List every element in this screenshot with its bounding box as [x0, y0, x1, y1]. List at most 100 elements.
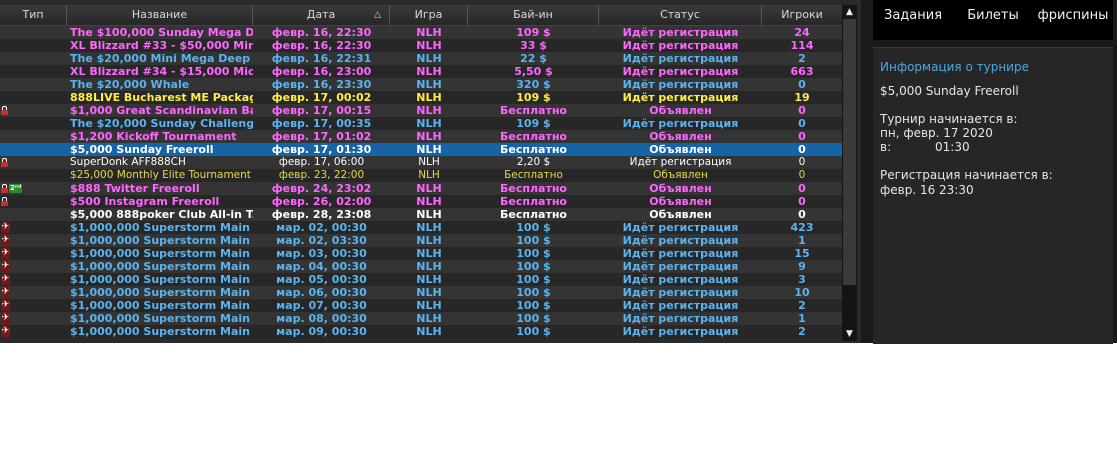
date-cell: мар. 06, 00:30: [276, 286, 367, 299]
status-cell: Идёт регистрация: [622, 91, 739, 104]
info-start-in-label: в:: [880, 140, 892, 154]
table-row[interactable]: 2ⁿᵈ $888 Twitter Freeroll февр. 24, 23:02 N…: [0, 182, 842, 195]
info-start-date: пн, февр. 17 2020: [880, 126, 993, 140]
column-header-buyin[interactable]: Бай-ин: [468, 5, 599, 25]
table-row[interactable]: XL Blizzard #33 - $50,000 Mini... февр. 1…: [0, 39, 842, 52]
players-cell: 0: [798, 195, 806, 208]
table-row[interactable]: $1,200 Kickoff Tournament февр. 17, 01:02…: [0, 130, 842, 143]
game-cell: NLH: [416, 286, 442, 299]
buyin-cell: 100 $: [516, 273, 551, 286]
status-cell: Идёт регистрация: [622, 312, 739, 325]
table-row[interactable]: SuperDonk AFF888CH февр. 17, 06:00 NLH 2,20…: [0, 156, 842, 169]
type-cell: [0, 39, 67, 52]
column-header-players[interactable]: Игроки: [762, 5, 842, 25]
table-row[interactable]: ✈ $1,000,000 Superstorm Main ... мар. 06, …: [0, 286, 842, 299]
tab-quests[interactable]: Задания: [873, 0, 953, 40]
table-row[interactable]: $25,000 Monthly Elite Tournament февр. 23…: [0, 169, 842, 182]
column-header-date[interactable]: Дата △: [253, 5, 390, 25]
game-cell: NLH: [416, 91, 442, 104]
tab-tickets[interactable]: Билеты: [953, 0, 1033, 40]
buyin-cell: 100 $: [516, 299, 551, 312]
game-cell: NLH: [416, 299, 442, 312]
info-start-label: Турнир начинается в:: [880, 112, 1018, 126]
info-tournament-name: $5,000 Sunday Freeroll: [880, 84, 1019, 98]
table-body: The $100,000 Sunday Mega D... февр. 16, 2…: [0, 26, 842, 343]
type-cell: 2ⁿᵈ: [0, 182, 67, 195]
info-start-time: 01:30: [935, 140, 970, 154]
date-cell: февр. 28, 23:08: [271, 208, 372, 221]
column-header-date-label: Дата: [306, 8, 336, 21]
game-cell: NLH: [416, 130, 442, 143]
buyin-cell: 109 $: [516, 91, 551, 104]
date-cell: февр. 17, 00:15: [271, 104, 372, 117]
column-header-status[interactable]: Статус: [599, 5, 762, 25]
side-tabs: Задания Билеты фриспины: [873, 0, 1113, 40]
date-cell: февр. 16, 23:30: [271, 78, 372, 91]
type-cell: ✈: [0, 286, 67, 299]
info-title: Информация о турнире: [880, 60, 1029, 74]
table-row[interactable]: The $100,000 Sunday Mega D... февр. 16, 2…: [0, 26, 842, 39]
scroll-thumb[interactable]: [843, 19, 856, 285]
right-panel: Задания Билеты фриспины Информация о тур…: [873, 0, 1113, 344]
plane-icon: ✈: [1, 313, 10, 324]
vertical-scrollbar[interactable]: ▲ ▼: [842, 5, 857, 341]
sort-ascending-icon: △: [374, 10, 381, 20]
status-cell: Идёт регистрация: [622, 234, 739, 247]
column-header-name[interactable]: Название: [67, 5, 253, 25]
game-cell: NLH: [416, 143, 442, 156]
table-row[interactable]: ✈ $1,000,000 Superstorm Main ... мар. 09, …: [0, 325, 842, 338]
table-row[interactable]: ✈ $1,000,000 Superstorm Main ... мар. 03, …: [0, 247, 842, 260]
buyin-cell: Бесплатно: [500, 182, 567, 195]
table-row[interactable]: The $20,000 Sunday Challenge февр. 17, 00…: [0, 117, 842, 130]
game-cell: NLH: [416, 273, 442, 286]
table-row[interactable]: $5,000 888poker Club All-in T... февр. 28…: [0, 208, 842, 221]
game-cell: NLH: [416, 26, 442, 39]
players-cell: 15: [794, 247, 810, 260]
buyin-cell: 100 $: [516, 286, 551, 299]
tab-freespins[interactable]: фриспины: [1033, 0, 1113, 40]
players-cell: 423: [790, 221, 814, 234]
tournament-name-cell: $25,000 Monthly Elite Tournament: [70, 169, 251, 181]
type-cell: [0, 195, 67, 208]
tournament-name-cell: $1,000,000 Superstorm Main ...: [70, 312, 253, 325]
column-header-game[interactable]: Игра: [390, 5, 468, 25]
table-row[interactable]: ✈ $1,000,000 Superstorm Main ... мар. 05, …: [0, 273, 842, 286]
tournament-name-cell: $888 Twitter Freeroll: [70, 182, 200, 195]
table-row[interactable]: $500 Instagram Freeroll февр. 26, 02:00 NL…: [0, 195, 842, 208]
table-row[interactable]: ✈ $1,000,000 Superstorm Main ... мар. 08, …: [0, 312, 842, 325]
players-cell: 0: [798, 143, 806, 156]
players-cell: 0: [798, 169, 806, 181]
table-row[interactable]: $5,000 Sunday Freeroll февр. 17, 01:30 NLH…: [0, 143, 842, 156]
type-cell: ✈: [0, 234, 67, 247]
info-registration-date: февр. 16 23:30: [880, 183, 974, 197]
table-row[interactable]: $1,000 Great Scandinavian Ba... февр. 17,…: [0, 104, 842, 117]
table-row[interactable]: ✈ $1,000,000 Superstorm Main ... мар. 04, …: [0, 260, 842, 273]
info-registration-label: Регистрация начинается в:: [880, 168, 1053, 182]
table-row[interactable]: ✈ $1,000,000 Superstorm Main ... мар. 02, …: [0, 221, 842, 234]
table-row[interactable]: The $20,000 Whale февр. 16, 23:30 NLH 320 $…: [0, 78, 842, 91]
table-row[interactable]: ✈ $1,000,000 Superstorm Main ... мар. 02, …: [0, 234, 842, 247]
column-header-type[interactable]: Тип: [0, 5, 67, 25]
table-row[interactable]: 888LIVE Bucharest ME Packag... февр. 17, …: [0, 91, 842, 104]
scroll-down-arrow-icon[interactable]: ▼: [842, 327, 857, 341]
poker-lobby-window: Тип Название Дата △ Игра Бай-ин Статус И…: [0, 0, 1117, 344]
tournament-name-cell: $1,000,000 Superstorm Main ...: [70, 221, 253, 234]
tournament-name-cell: The $20,000 Sunday Challenge: [70, 117, 253, 130]
buyin-cell: Бесплатно: [500, 104, 567, 117]
players-cell: 1: [798, 312, 806, 325]
date-cell: февр. 24, 23:02: [271, 182, 372, 195]
type-cell: ✈: [0, 299, 67, 312]
date-cell: февр. 16, 22:31: [271, 52, 372, 65]
players-cell: 0: [798, 104, 806, 117]
type-cell: ✈: [0, 247, 67, 260]
date-cell: февр. 17, 00:02: [271, 91, 372, 104]
tournament-name-cell: XL Blizzard #34 - $15,000 Micr...: [70, 65, 253, 78]
players-cell: 0: [798, 156, 806, 168]
status-cell: Идёт регистрация: [622, 247, 739, 260]
table-row[interactable]: The $20,000 Mini Mega Deep февр. 16, 22:3…: [0, 52, 842, 65]
tournament-name-cell: XL Blizzard #33 - $50,000 Mini...: [70, 39, 253, 52]
type-cell: [0, 143, 67, 156]
scroll-up-arrow-icon[interactable]: ▲: [842, 5, 857, 19]
table-row[interactable]: XL Blizzard #34 - $15,000 Micr... февр. 1…: [0, 65, 842, 78]
table-row[interactable]: ✈ $1,000,000 Superstorm Main ... мар. 07, …: [0, 299, 842, 312]
